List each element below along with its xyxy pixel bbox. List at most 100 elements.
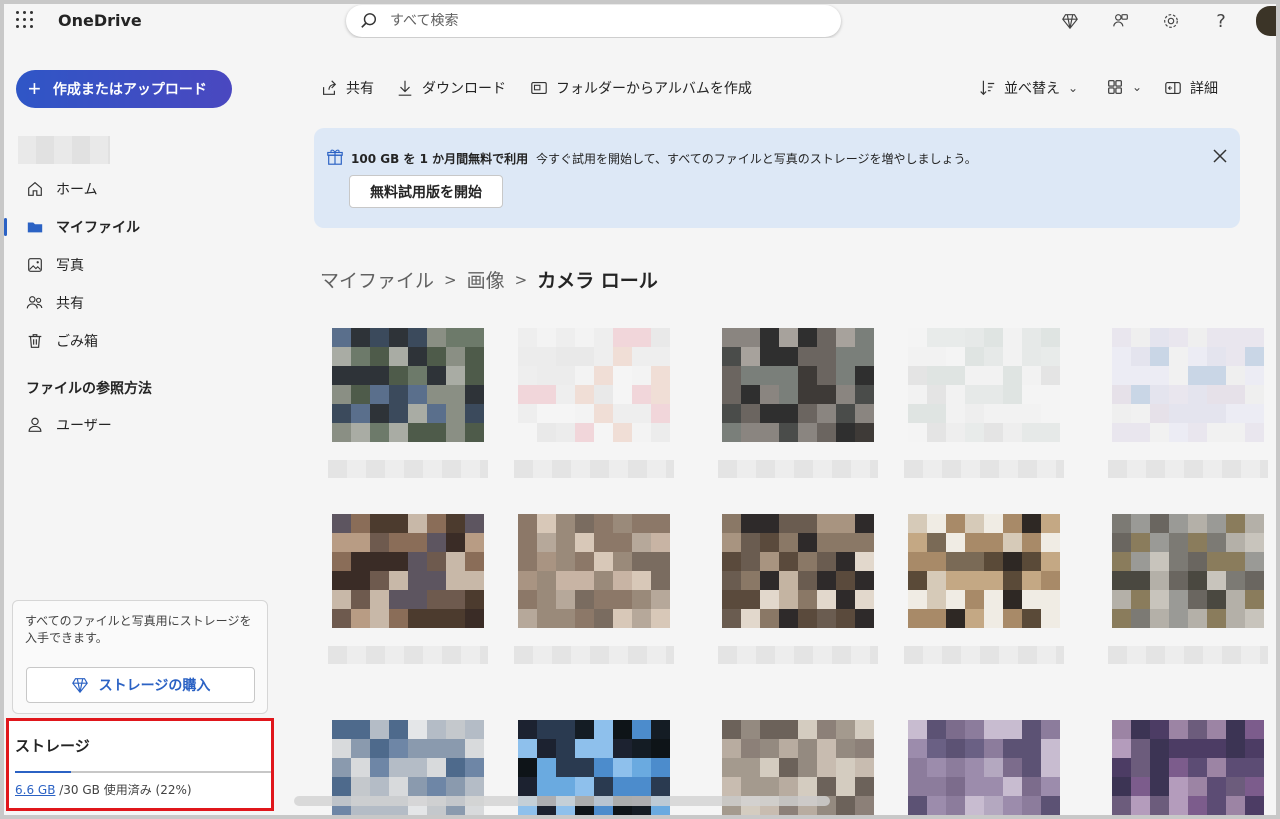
photo-pixel <box>1207 720 1226 739</box>
help-icon[interactable]: ? <box>1210 10 1232 32</box>
photo-pixel <box>722 404 741 423</box>
folder-icon <box>27 222 43 233</box>
photo-pixel <box>927 514 946 533</box>
photo-pixel <box>389 739 408 758</box>
photo-pixel <box>984 366 1003 385</box>
create-album-button[interactable]: フォルダーからアルバムを作成 <box>530 78 752 98</box>
photo-pixel <box>351 423 370 442</box>
breadcrumb-my-files[interactable]: マイファイル <box>320 266 434 293</box>
photo-thumbnail[interactable] <box>518 328 670 448</box>
sidebar-item-my-files[interactable]: マイファイル <box>4 208 276 246</box>
horizontal-scrollbar[interactable] <box>294 796 830 806</box>
photo-pixel <box>351 571 370 590</box>
photo-pixel <box>1112 739 1131 758</box>
photo-thumbnail[interactable] <box>332 328 484 448</box>
photo-pixel <box>779 720 798 739</box>
download-button[interactable]: ダウンロード <box>396 78 506 98</box>
photo-thumbnail[interactable] <box>722 514 874 634</box>
photo-pixel <box>1022 720 1041 739</box>
photo-pixel <box>855 423 874 442</box>
photo-pixel <box>1022 423 1041 442</box>
search-input[interactable] <box>390 13 810 29</box>
create-upload-button[interactable]: + 作成またはアップロード <box>16 70 232 108</box>
photo-pixel <box>351 720 370 739</box>
sidebar-item-recycle-bin[interactable]: ごみ箱 <box>4 322 276 360</box>
photo-pixel <box>427 609 446 628</box>
photo-pixel <box>760 552 779 571</box>
breadcrumb-images[interactable]: 画像 <box>467 266 505 293</box>
photo-pixel <box>1131 423 1150 442</box>
photo-pixel <box>446 533 465 552</box>
photo-thumbnail[interactable] <box>1112 514 1264 634</box>
storage-used-link[interactable]: 6.6 GB <box>15 783 55 797</box>
premium-diamond-icon[interactable] <box>1059 10 1081 32</box>
search-box[interactable] <box>346 5 841 37</box>
buy-storage-button[interactable]: ストレージの購入 <box>26 667 255 703</box>
sidebar-item-photos[interactable]: 写真 <box>4 246 276 284</box>
sidebar-nav: ホーム マイファイル 写真 共有 ごみ箱 <box>4 170 276 360</box>
photo-pixel <box>908 385 927 404</box>
photo-pixel <box>1131 758 1150 777</box>
photo-pixel <box>855 385 874 404</box>
photo-pixel <box>946 571 965 590</box>
photo-pixel <box>575 720 594 739</box>
photo-pixel <box>798 777 817 796</box>
photo-pixel <box>741 739 760 758</box>
photo-pixel <box>351 328 370 347</box>
photo-thumbnail[interactable] <box>908 514 1060 634</box>
photo-pixel <box>908 796 927 815</box>
view-options-button[interactable]: ⌄ <box>1106 78 1142 96</box>
close-icon[interactable] <box>1212 148 1228 164</box>
photo-pixel <box>836 552 855 571</box>
photo-pixel <box>1131 347 1150 366</box>
photo-pixel <box>779 385 798 404</box>
photo-pixel <box>722 720 741 739</box>
sidebar-item-home[interactable]: ホーム <box>4 170 276 208</box>
photo-pixel <box>518 404 537 423</box>
photo-pixel <box>613 739 632 758</box>
photo-pixel <box>556 385 575 404</box>
share-button[interactable]: 共有 <box>320 78 374 98</box>
details-button[interactable]: 詳細 <box>1164 78 1218 98</box>
photo-pixel <box>722 571 741 590</box>
photo-pixel <box>836 739 855 758</box>
chevron-down-icon: ⌄ <box>1132 80 1143 94</box>
photo-pixel <box>594 739 613 758</box>
photo-thumbnail[interactable] <box>1112 720 1264 815</box>
photo-pixel <box>779 590 798 609</box>
photo-pixel <box>465 739 484 758</box>
sort-button[interactable]: 並べ替え ⌄ <box>978 78 1078 98</box>
sidebar-item-people[interactable]: ユーザー <box>4 406 276 444</box>
photo-thumbnail[interactable] <box>908 328 1060 448</box>
photo-pixel <box>836 796 855 815</box>
avatar[interactable] <box>1256 6 1280 36</box>
gear-icon[interactable] <box>1160 10 1182 32</box>
photo-pixel <box>332 777 351 796</box>
photo-pixel <box>1207 796 1226 815</box>
photo-pixel <box>760 347 779 366</box>
app-title[interactable]: OneDrive <box>58 11 142 30</box>
photo-pixel <box>332 366 351 385</box>
photo-thumbnail[interactable] <box>908 720 1060 815</box>
app-launcher-icon[interactable] <box>16 11 34 29</box>
photo-pixel <box>1207 423 1226 442</box>
photo-pixel <box>651 609 670 628</box>
photo-thumbnail[interactable] <box>1112 328 1264 448</box>
sidebar-item-shared[interactable]: 共有 <box>4 284 276 322</box>
sidebar: + 作成またはアップロード ホーム マイファイル 写真 共有 ごみ箱 ファイルの… <box>4 38 276 815</box>
photo-pixel <box>927 796 946 815</box>
photo-pixel <box>1226 404 1245 423</box>
photo-pixel <box>575 552 594 571</box>
photo-thumbnail[interactable] <box>518 514 670 634</box>
people-icon[interactable] <box>1110 10 1132 32</box>
photo-pixel <box>722 514 741 533</box>
photo-pixel <box>760 514 779 533</box>
main-content: 共有 ダウンロード フォルダーからアルバムを作成 並べ替え ⌄ ⌄ 詳細 100… <box>276 38 1276 815</box>
photo-pixel <box>927 423 946 442</box>
photo-thumbnail[interactable] <box>332 514 484 634</box>
photo-pixel <box>651 533 670 552</box>
start-trial-button[interactable]: 無料試用版を開始 <box>349 175 503 208</box>
storage-progress-bar <box>15 771 271 773</box>
photo-pixel <box>908 423 927 442</box>
photo-thumbnail[interactable] <box>722 328 874 448</box>
